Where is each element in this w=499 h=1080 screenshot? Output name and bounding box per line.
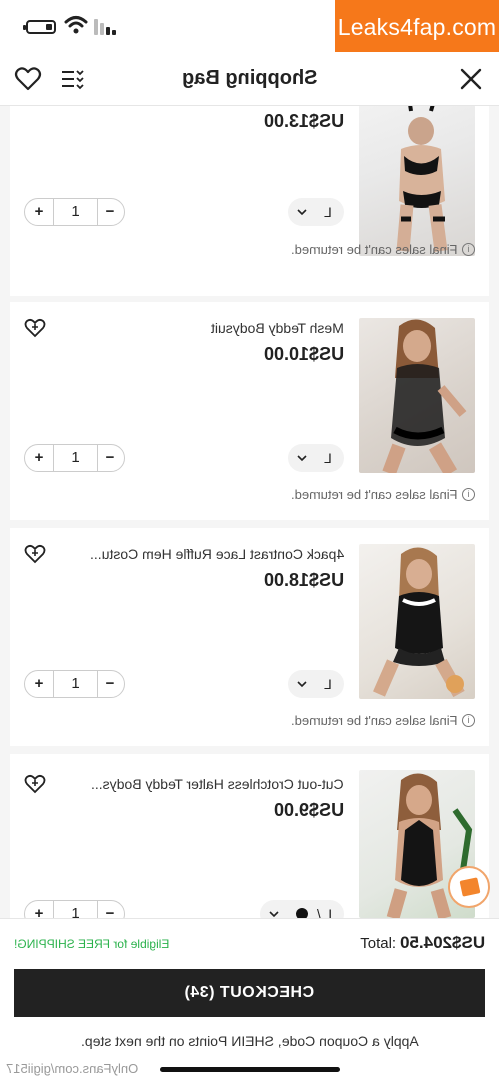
checkout-bar: Eligible for FREE SHIPPING! US$204.50 To… — [0, 918, 499, 1080]
home-indicator[interactable] — [160, 1067, 340, 1072]
add-to-wishlist-icon[interactable] — [24, 318, 46, 338]
final-sale-note: Final sales can't be returned. i — [291, 242, 475, 257]
decrease-qty-button[interactable]: − — [96, 445, 124, 471]
product-image[interactable] — [359, 318, 475, 473]
quantity-value[interactable]: 1 — [53, 671, 98, 697]
size-selector[interactable]: L — [288, 198, 344, 226]
size-label: L — [324, 450, 332, 466]
close-icon[interactable] — [457, 65, 485, 93]
add-to-wishlist-icon[interactable] — [24, 774, 46, 794]
info-icon: i — [462, 714, 475, 727]
cart-item: US$13.00 L + 1 − Final sales can't be re… — [10, 106, 489, 296]
size-label: L / — [316, 906, 332, 918]
order-total: US$204.50 Total: — [360, 933, 485, 953]
watermark-banner: Leaks4fap.com — [335, 0, 499, 54]
decrease-qty-button[interactable]: − — [96, 671, 124, 697]
footer-watermark: OnlyFans.com/gigii517 — [6, 1061, 139, 1076]
product-name[interactable]: Mesh Teddy Bodysuit — [64, 320, 344, 336]
final-sale-note: Final sales can't be returned. i — [291, 713, 475, 728]
quantity-stepper: + 1 − — [24, 900, 125, 918]
cart-list: US$13.00 L + 1 − Final sales can't be re… — [10, 106, 489, 918]
cart-item: 4pack Contrast Lace Ruffle Hem Costu... … — [10, 528, 489, 746]
chevron-down-icon — [297, 455, 307, 462]
quantity-value[interactable]: 1 — [53, 199, 98, 225]
info-icon: i — [462, 488, 475, 501]
size-selector[interactable]: L — [288, 670, 344, 698]
final-sale-note: Final sales can't be returned. i — [291, 487, 475, 502]
product-name[interactable]: Cut-out Crotchless Halter Teddy Bodys... — [64, 776, 344, 792]
promo-float-badge[interactable] — [448, 866, 490, 908]
increase-qty-button[interactable]: + — [25, 671, 53, 697]
size-selector[interactable]: L / — [260, 900, 344, 918]
chevron-down-icon — [269, 911, 279, 918]
increase-qty-button[interactable]: + — [25, 199, 53, 225]
quantity-value[interactable]: 1 — [53, 445, 98, 471]
product-image[interactable] — [359, 544, 475, 699]
total-label: Total: — [359, 935, 396, 952]
chevron-down-icon — [297, 681, 307, 688]
decrease-qty-button[interactable]: − — [96, 901, 124, 918]
color-swatch — [296, 908, 308, 918]
gift-icon — [459, 877, 481, 897]
product-price: US$9.00 — [273, 800, 344, 820]
increase-qty-button[interactable]: + — [25, 901, 53, 918]
product-price: US$18.00 — [263, 570, 344, 590]
checkout-button[interactable]: CHECKOUT (34) — [14, 969, 485, 1017]
size-selector[interactable]: L — [288, 444, 344, 472]
size-label: L — [324, 676, 332, 692]
product-price: US$13.00 — [263, 111, 344, 131]
free-shipping-notice: Eligible for FREE SHIPPING! — [14, 937, 170, 951]
size-label: L — [324, 204, 332, 220]
add-to-wishlist-icon[interactable] — [24, 544, 46, 564]
coupon-points-hint: Apply a Coupon Code, SHEIN Points on the… — [80, 1033, 419, 1049]
signal-icon — [94, 19, 116, 35]
decrease-qty-button[interactable]: − — [96, 199, 124, 225]
wifi-icon — [64, 16, 88, 34]
quantity-stepper: + 1 − — [24, 444, 125, 472]
cart-item: Mesh Teddy Bodysuit US$10.00 L + 1 − Fin… — [10, 302, 489, 520]
info-icon: i — [462, 243, 475, 256]
chevron-down-icon — [297, 209, 307, 216]
battery-icon — [23, 20, 56, 34]
increase-qty-button[interactable]: + — [25, 445, 53, 471]
product-image[interactable] — [359, 106, 475, 256]
page-title: Shopping Bag — [181, 67, 318, 89]
cart-item: Cut-out Crotchless Halter Teddy Bodys...… — [10, 754, 489, 918]
product-name[interactable]: 4pack Contrast Lace Ruffle Hem Costu... — [64, 546, 344, 562]
quantity-stepper: + 1 − — [24, 198, 125, 226]
total-value: US$204.50 — [399, 933, 485, 952]
quantity-stepper: + 1 − — [24, 670, 125, 698]
app-header: Shopping Bag — [0, 52, 499, 106]
quantity-value[interactable]: 1 — [53, 901, 98, 918]
product-price: US$10.00 — [263, 344, 344, 364]
